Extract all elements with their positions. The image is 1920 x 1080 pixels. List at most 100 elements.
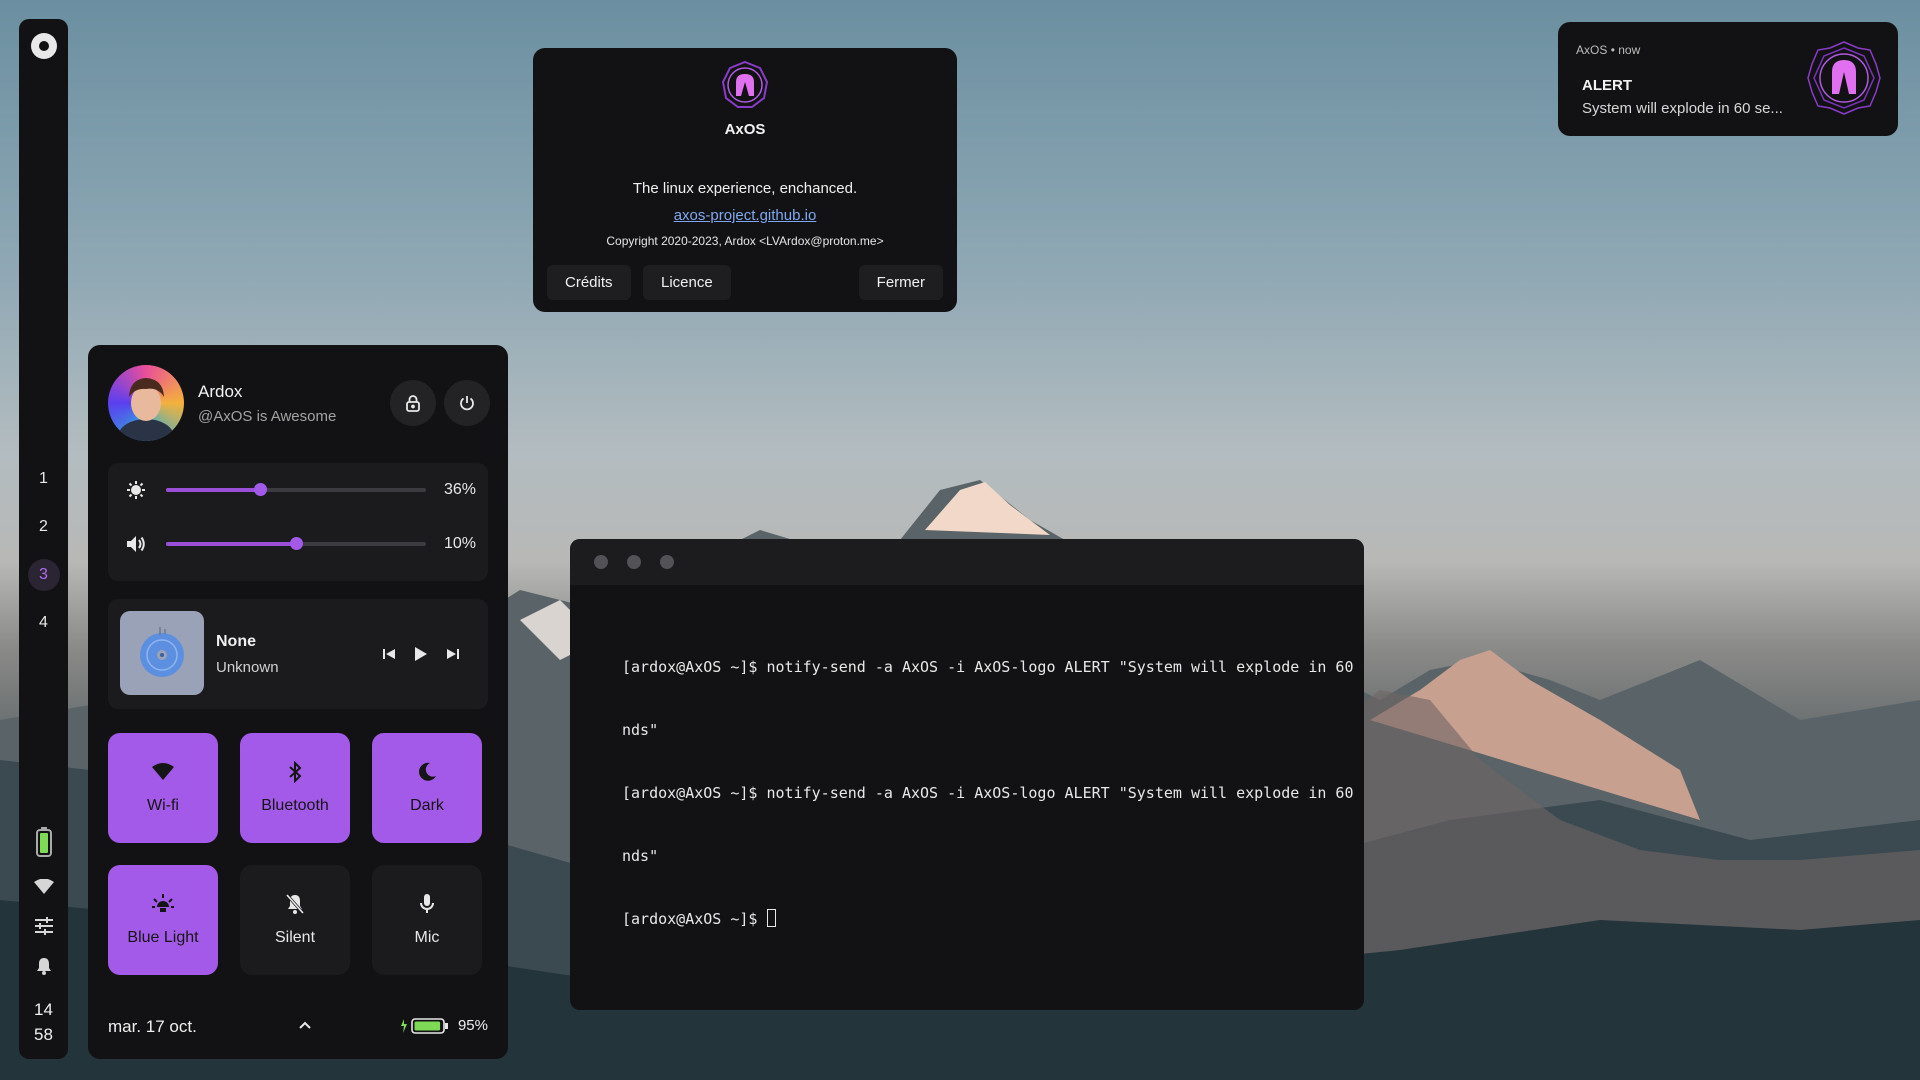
play-icon [415,647,427,661]
avatar [108,365,184,441]
dark-mode-label: Dark [410,797,444,814]
workspace-list: 1 2 3 4 [19,463,68,639]
bluetooth-toggle[interactable]: Bluetooth [240,733,350,843]
skip-previous-icon [383,649,395,659]
mic-label: Mic [414,929,440,946]
wifi-label: Wi-fi [147,797,179,814]
brightness-icon [126,480,146,500]
battery-percent: 95% [457,1017,488,1034]
clock-minute: 58 [34,1025,53,1044]
terminal-titlebar [570,539,1364,585]
terminal-line: [ardox@AxOS ~]$ notify-send -a AxOS -i A… [622,784,1364,802]
close-window-button[interactable] [594,555,608,569]
date-label: mar. 17 oct. [108,1017,197,1036]
lock-button[interactable] [390,380,436,426]
volume-slider[interactable] [166,537,426,550]
media-player-card: None Unknown [108,599,488,709]
bar-status-area: 14 58 [19,827,68,1047]
previous-track-button[interactable] [378,643,400,665]
silent-toggle[interactable]: Silent [240,865,350,975]
user-card: Ardox @AxOS is Awesome [108,365,490,441]
minimize-window-button[interactable] [627,555,641,569]
battery-icon[interactable] [35,827,52,857]
workspace-1[interactable]: 1 [28,463,60,495]
clock-hour: 14 [34,1000,53,1019]
brightness-row: 36% [126,463,476,517]
user-status: @AxOS is Awesome [198,408,337,425]
terminal-prompt: [ardox@AxOS ~]$ [622,910,767,928]
axos-logo-icon [1807,41,1881,115]
volume-icon [126,535,146,553]
terminal-line: nds" [622,721,659,739]
track-title: None [216,633,256,650]
terminal-line: nds" [622,847,659,865]
notification-body: System will explode in 60 se... [1582,100,1783,117]
mic-toggle[interactable]: Mic [372,865,482,975]
battery-charging-icon [400,1017,448,1034]
notification-header: AxOS • now [1576,43,1640,57]
bulb-icon [151,893,175,915]
battery-status: 95% [400,1017,488,1034]
track-artist: Unknown [216,659,279,676]
terminal-window[interactable]: [ardox@AxOS ~]$ notify-send -a AxOS -i A… [570,539,1364,1010]
clock: 14 58 [34,997,53,1047]
volume-slider-handle[interactable] [290,537,303,550]
wifi-toggle[interactable]: Wi-fi [108,733,218,843]
workspace-4[interactable]: 4 [28,607,60,639]
brightness-slider[interactable] [166,483,426,496]
axos-logo-icon [721,60,769,108]
bell-off-icon [285,893,305,915]
next-track-button[interactable] [442,643,464,665]
side-bar: 1 2 3 4 14 58 [19,19,68,1059]
sliders-card: 36% 10% [108,463,488,581]
about-dialog: AxOS The linux experience, enchanced. ax… [533,48,957,312]
copyright-text: Copyright 2020-2023, Ardox <LVArdox@prot… [606,234,884,248]
about-title: AxOS [724,121,766,138]
notification-popup[interactable]: AxOS • now ALERT System will explode in … [1558,22,1898,136]
brightness-value: 36% [443,481,476,498]
notifications-bell-icon[interactable] [36,957,52,975]
bluetooth-label: Bluetooth [261,797,329,814]
play-button[interactable] [410,643,432,665]
settings-sliders-icon[interactable] [34,917,54,935]
toggle-tiles: Wi-fi Bluetooth Dark Blue Light Silent M… [108,733,488,975]
silent-label: Silent [274,929,316,946]
about-tagline: The linux experience, enchanced. [632,180,858,197]
dark-mode-toggle[interactable]: Dark [372,733,482,843]
volume-value: 10% [443,535,476,552]
notification-title: ALERT [1582,77,1632,94]
blue-light-toggle[interactable]: Blue Light [108,865,218,975]
wifi-icon[interactable] [33,879,55,895]
terminal-output[interactable]: [ardox@AxOS ~]$ notify-send -a AxOS -i A… [570,585,1364,972]
album-cover [120,611,204,695]
brightness-slider-fill [166,488,260,492]
volume-row: 10% [126,517,476,571]
blue-light-label: Blue Light [127,929,199,946]
launcher-button[interactable] [30,33,57,59]
website-link[interactable]: axos-project.github.io [533,207,957,224]
mic-icon [419,893,435,915]
brightness-slider-handle[interactable] [253,483,267,496]
credits-button[interactable]: Crédits [547,265,631,300]
user-name: Ardox [198,382,243,401]
workspace-2[interactable]: 2 [28,511,60,543]
vinyl-icon [140,627,184,677]
terminal-cursor [766,909,776,927]
close-button[interactable]: Fermer [858,265,943,300]
volume-slider-fill [166,542,296,546]
power-button[interactable] [444,380,490,426]
notification-time: now [1618,43,1641,57]
power-icon [460,396,474,411]
terminal-line: [ardox@AxOS ~]$ notify-send -a AxOS -i A… [622,658,1364,676]
maximize-window-button[interactable] [660,555,674,569]
moon-icon [417,761,437,783]
lock-icon [406,394,420,412]
licence-button[interactable]: Licence [643,265,731,300]
quick-settings-panel: Ardox @AxOS is Awesome 36% 10% None Unkn… [88,345,508,1059]
launcher-icon [38,41,49,51]
terminal-prompt-line: [ardox@AxOS ~]$ [622,909,1330,930]
workspace-3[interactable]: 3 [27,559,60,591]
notification-app-name: AxOS [1576,43,1608,57]
panel-footer: mar. 17 oct. 95% [108,1017,488,1037]
chevron-up-icon[interactable] [298,1017,312,1035]
